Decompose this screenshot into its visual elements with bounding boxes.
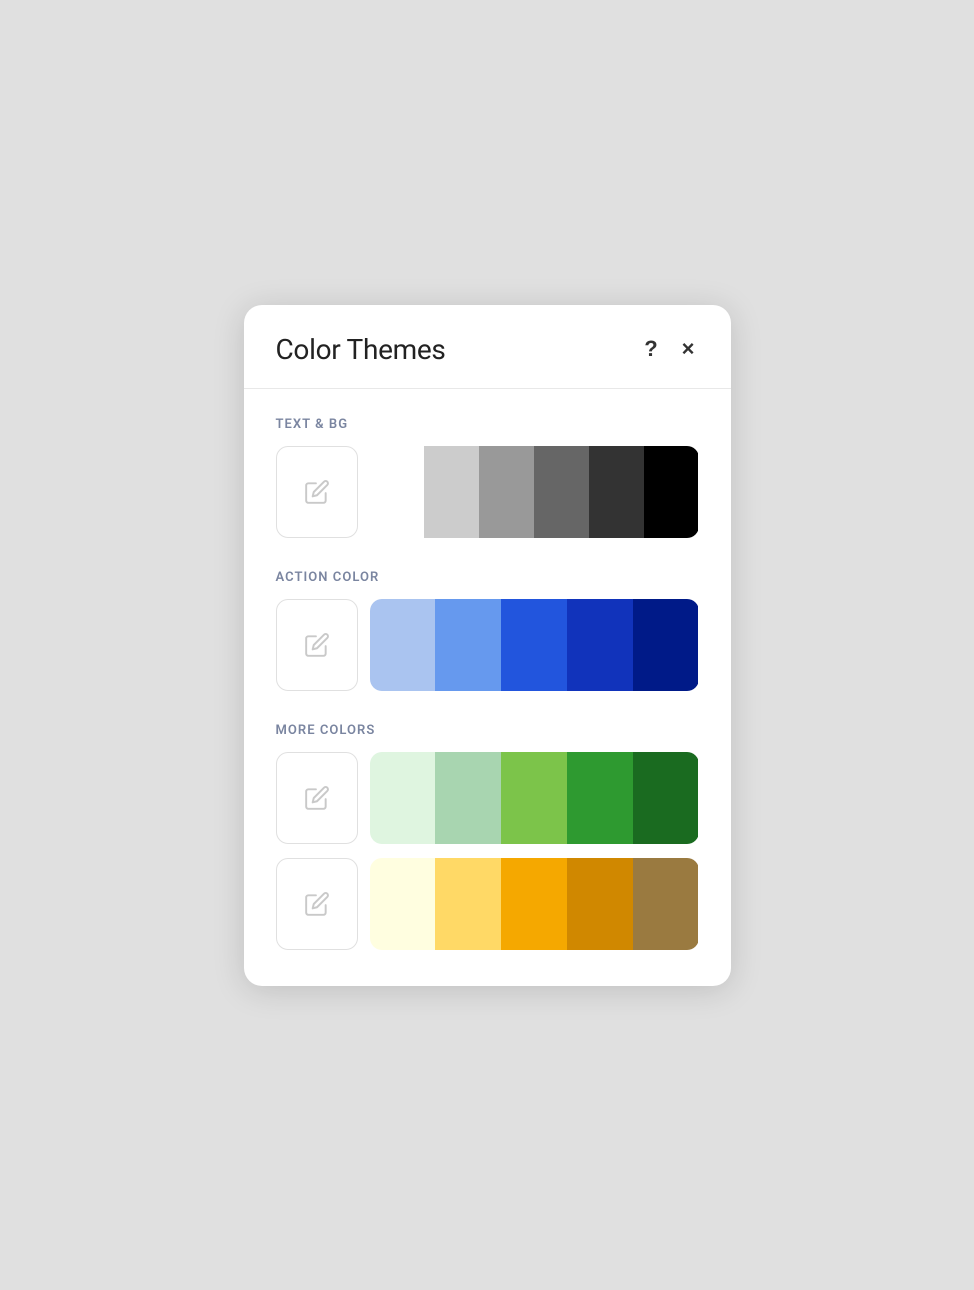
color-swatch xyxy=(633,858,699,950)
more-colors-greens-edit-button[interactable] xyxy=(276,752,358,844)
color-swatch xyxy=(424,446,479,538)
dialog-body: TEXT & BG ACTI xyxy=(244,389,731,986)
action-color-edit-button[interactable] xyxy=(276,599,358,691)
text-bg-label: TEXT & BG xyxy=(276,417,699,432)
color-swatch xyxy=(370,599,436,691)
close-button[interactable]: × xyxy=(678,336,699,362)
text-bg-palette xyxy=(370,446,699,538)
color-swatch xyxy=(644,446,699,538)
color-swatch xyxy=(501,752,567,844)
color-swatch xyxy=(435,858,501,950)
color-swatch xyxy=(435,599,501,691)
pencil-icon xyxy=(304,891,330,917)
color-swatch xyxy=(567,858,633,950)
pencil-icon xyxy=(304,785,330,811)
color-swatch xyxy=(479,446,534,538)
color-swatch xyxy=(633,752,699,844)
color-swatch xyxy=(567,752,633,844)
action-color-palette xyxy=(370,599,699,691)
header-actions: ? × xyxy=(640,336,698,362)
color-swatch xyxy=(501,858,567,950)
color-swatch xyxy=(370,752,436,844)
dialog-header: Color Themes ? × xyxy=(244,305,731,389)
text-bg-edit-button[interactable] xyxy=(276,446,358,538)
pencil-icon xyxy=(304,632,330,658)
text-bg-section: TEXT & BG xyxy=(276,417,699,538)
more-colors-label: MORE COLORS xyxy=(276,723,699,738)
help-button[interactable]: ? xyxy=(640,336,661,362)
more-colors-yellows-row xyxy=(276,858,699,950)
color-swatch xyxy=(435,752,501,844)
color-swatch xyxy=(501,599,567,691)
more-colors-yellows-palette xyxy=(370,858,699,950)
pencil-icon xyxy=(304,479,330,505)
more-colors-greens-palette xyxy=(370,752,699,844)
color-swatch xyxy=(589,446,644,538)
color-swatch xyxy=(370,858,436,950)
color-themes-dialog: Color Themes ? × TEXT & BG xyxy=(244,305,731,986)
dialog-title: Color Themes xyxy=(276,333,446,366)
action-color-section: ACTION COLOR xyxy=(276,570,699,691)
text-bg-row xyxy=(276,446,699,538)
color-swatch xyxy=(633,599,699,691)
color-swatch xyxy=(534,446,589,538)
more-colors-section: MORE COLORS xyxy=(276,723,699,950)
action-color-row xyxy=(276,599,699,691)
color-swatch xyxy=(567,599,633,691)
more-colors-greens-row xyxy=(276,752,699,844)
more-colors-yellows-edit-button[interactable] xyxy=(276,858,358,950)
color-swatch xyxy=(370,446,425,538)
action-color-label: ACTION COLOR xyxy=(276,570,699,585)
